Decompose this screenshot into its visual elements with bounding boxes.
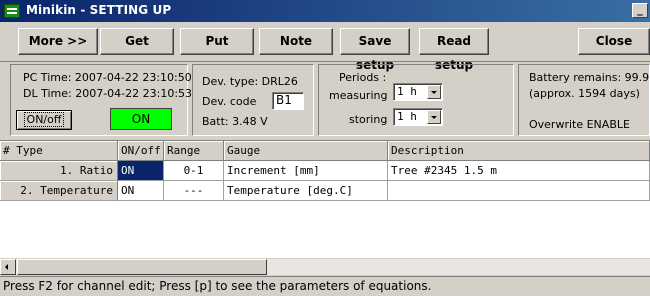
column-header-onoff[interactable]: ON/off bbox=[118, 141, 164, 161]
cell-onoff[interactable]: ON bbox=[118, 181, 164, 201]
onoff-button-label: ON/off bbox=[23, 112, 65, 127]
device-type: Dev. type: DRL26 bbox=[202, 75, 298, 88]
column-header-type[interactable]: # Type bbox=[0, 141, 118, 161]
save-setup-button[interactable]: Save setup bbox=[340, 28, 410, 72]
horizontal-scrollbar[interactable] bbox=[0, 258, 650, 275]
chevron-down-icon[interactable] bbox=[427, 110, 441, 124]
app-icon bbox=[4, 4, 20, 18]
put-button[interactable]: Put bbox=[180, 28, 254, 55]
read-setup-button[interactable]: Read setup bbox=[419, 28, 489, 72]
more-button[interactable]: More >> bbox=[18, 28, 98, 55]
pc-time: PC Time: 2007-04-22 23:10:50 bbox=[23, 71, 192, 84]
battery-remains: Battery remains: 99.96% bbox=[529, 71, 650, 84]
row-header-ratio[interactable]: 1. Ratio bbox=[0, 161, 118, 181]
column-header-gauge[interactable]: Gauge bbox=[224, 141, 388, 161]
battery-panel: Battery remains: 99.96% (approx. 1594 da… bbox=[518, 64, 650, 136]
cell-onoff-selected[interactable]: ON bbox=[118, 161, 164, 181]
row-header-temperature[interactable]: 2. Temperature bbox=[0, 181, 118, 201]
device-code-label: Dev. code bbox=[202, 95, 257, 108]
onoff-button[interactable]: ON/off bbox=[16, 110, 72, 130]
device-code-input[interactable]: B1 bbox=[272, 92, 304, 110]
get-button[interactable]: Get bbox=[100, 28, 174, 55]
scrollbar-thumb[interactable] bbox=[17, 259, 267, 275]
cell-range[interactable]: --- bbox=[164, 181, 224, 201]
channel-table: # Type ON/off Range Gauge Description 1.… bbox=[0, 140, 650, 258]
cell-description[interactable]: Tree #2345 1.5 m bbox=[388, 161, 650, 181]
measuring-label: measuring bbox=[329, 89, 388, 102]
measuring-select[interactable]: 1 h bbox=[393, 83, 443, 101]
cell-gauge[interactable]: Increment [mm] bbox=[224, 161, 388, 181]
status-indicator: ON bbox=[110, 108, 172, 130]
battery-days: (approx. 1594 days) bbox=[529, 87, 640, 100]
cell-description[interactable] bbox=[388, 181, 650, 201]
cell-gauge[interactable]: Temperature [deg.C] bbox=[224, 181, 388, 201]
window-title: Minikin - SETTING UP bbox=[26, 3, 172, 17]
periods-title: Periods : bbox=[339, 71, 387, 84]
battery-voltage: Batt: 3.48 V bbox=[202, 115, 268, 128]
storing-value: 1 h bbox=[397, 110, 417, 123]
scroll-left-icon[interactable] bbox=[0, 259, 16, 275]
cell-range[interactable]: 0-1 bbox=[164, 161, 224, 181]
column-header-description[interactable]: Description bbox=[388, 141, 650, 161]
storing-label: storing bbox=[349, 113, 388, 126]
dl-time: DL Time: 2007-04-22 23:10:53 bbox=[23, 87, 193, 100]
measuring-value: 1 h bbox=[397, 85, 417, 98]
title-bar: Minikin - SETTING UP _ bbox=[0, 0, 650, 22]
toolbar: More >> Get Put Note Save setup Read set… bbox=[0, 22, 650, 72]
chevron-down-icon[interactable] bbox=[427, 85, 441, 99]
close-button[interactable]: Close bbox=[578, 28, 650, 55]
note-button[interactable]: Note bbox=[259, 28, 333, 55]
status-bar: Press F2 for channel edit; Press [p] to … bbox=[0, 276, 650, 296]
column-header-range[interactable]: Range bbox=[164, 141, 224, 161]
storing-select[interactable]: 1 h bbox=[393, 108, 443, 126]
minimize-button[interactable]: _ bbox=[632, 3, 648, 18]
overwrite-status: Overwrite ENABLE bbox=[529, 118, 630, 131]
